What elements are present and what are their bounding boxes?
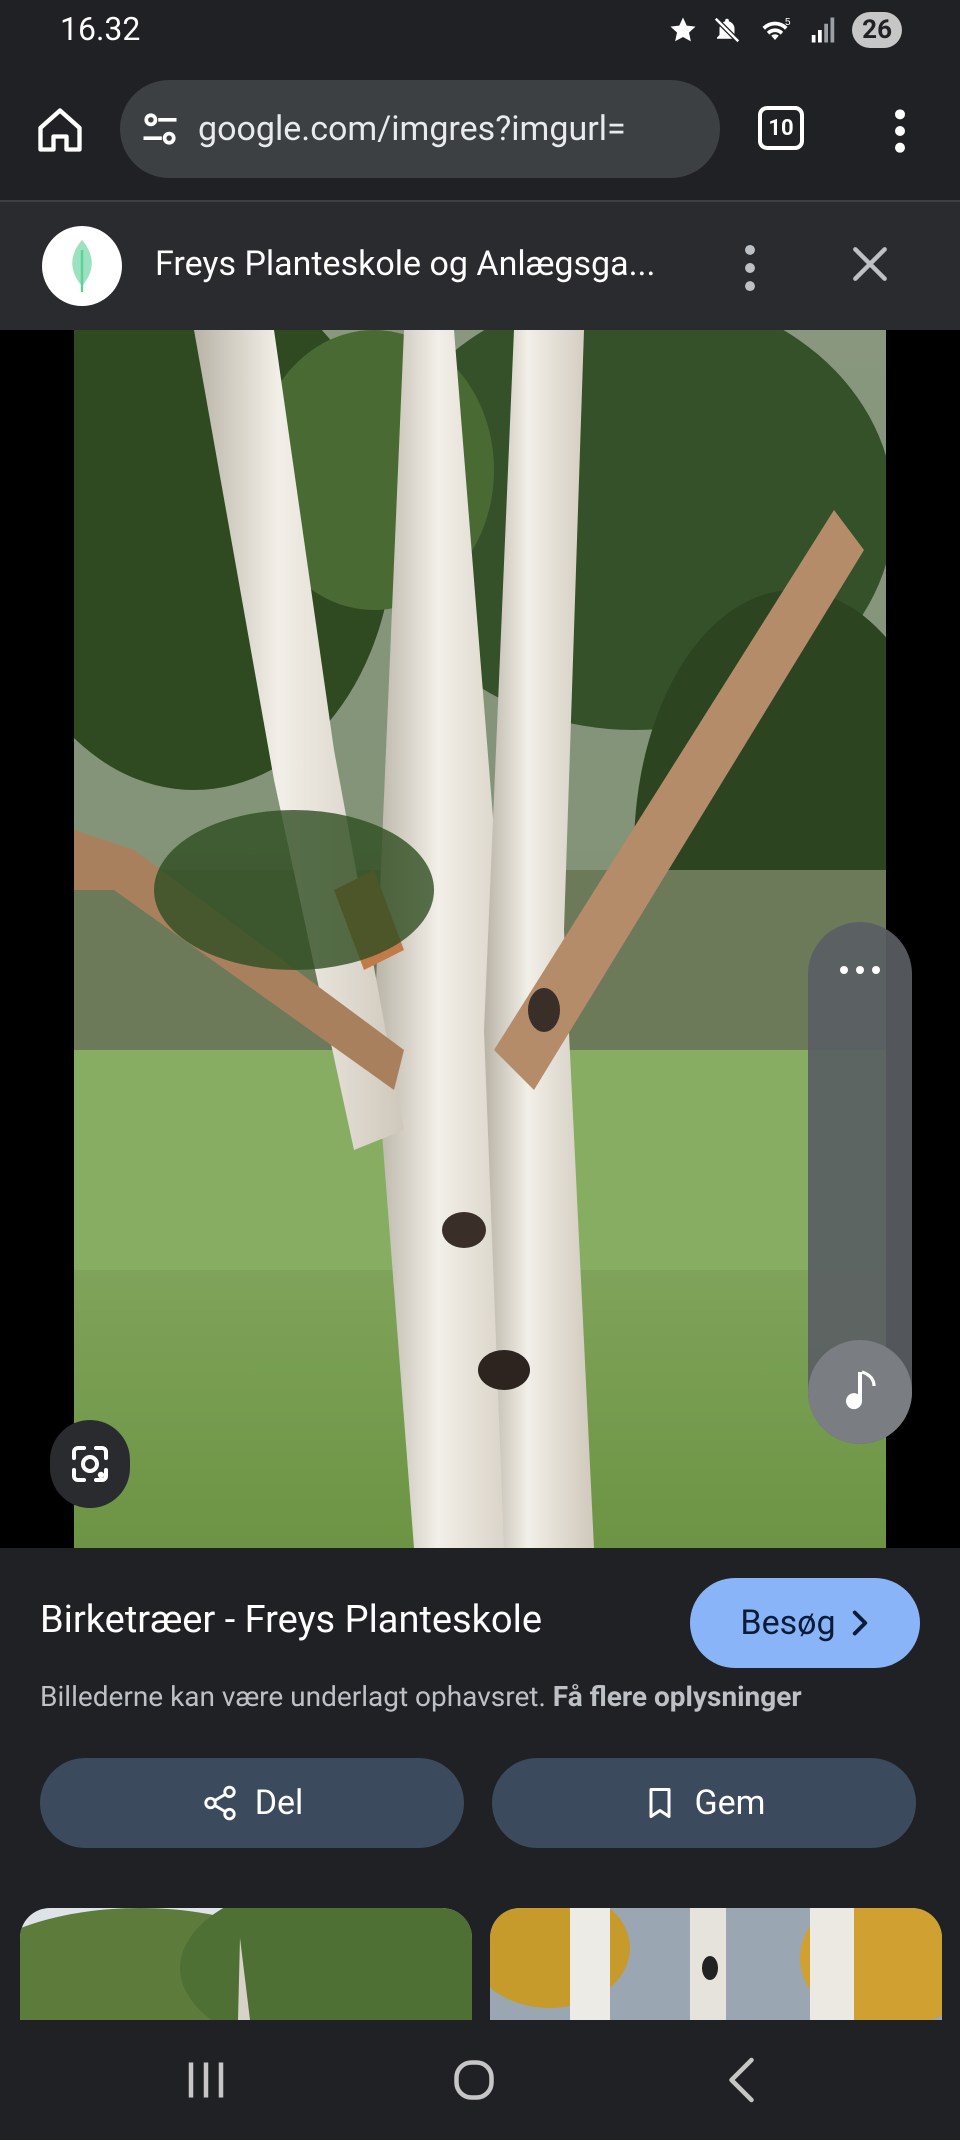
svg-text:5: 5 xyxy=(785,17,791,28)
save-label: Gem xyxy=(694,1783,766,1823)
battery-indicator: 26 xyxy=(852,12,902,48)
mute-icon xyxy=(714,16,741,44)
home-circle-icon[interactable] xyxy=(444,2050,504,2110)
result-title: Birketræer - Freys Planteskole xyxy=(40,1598,542,1642)
more-info-link[interactable]: Få flere oplysninger xyxy=(553,1680,802,1713)
status-bar: 16.32 5 26 xyxy=(0,0,960,58)
birch-tree-photo[interactable] xyxy=(74,330,886,1548)
url-bar[interactable]: google.com/imgres?imgurl= xyxy=(120,80,720,178)
copyright-notice: Billederne kan være underlagt ophavsret.… xyxy=(40,1680,802,1713)
wifi-icon: 5 xyxy=(762,17,791,40)
recents-icon[interactable] xyxy=(176,2050,236,2110)
visit-button[interactable]: Besøg xyxy=(690,1578,920,1668)
site-title[interactable]: Freys Planteskole og Anlægsga... xyxy=(155,244,675,284)
star-icon xyxy=(670,17,696,42)
signal-icon xyxy=(811,17,835,43)
share-button[interactable]: Del xyxy=(40,1758,464,1848)
back-icon[interactable] xyxy=(714,2050,774,2110)
home-icon[interactable] xyxy=(34,104,86,156)
more-horiz-icon[interactable] xyxy=(836,960,884,980)
share-icon xyxy=(204,1785,236,1821)
chevron-right-icon xyxy=(852,1610,867,1636)
tune-icon[interactable] xyxy=(138,107,182,151)
site-logo-icon[interactable] xyxy=(42,226,122,306)
tab-switcher-button[interactable]: 10 xyxy=(758,106,804,150)
related-image-thumbnail[interactable] xyxy=(490,1908,942,2020)
browser-toolbar: google.com/imgres?imgurl= 10 xyxy=(0,58,960,200)
bookmark-icon xyxy=(649,1788,671,1818)
result-info-panel: Birketræer - Freys Planteskole Besøg Bil… xyxy=(0,1548,960,2020)
more-vert-icon[interactable] xyxy=(880,106,920,156)
status-time: 16.32 xyxy=(60,10,141,48)
save-button[interactable]: Gem xyxy=(492,1758,916,1848)
image-viewer xyxy=(0,330,960,1548)
system-nav-bar xyxy=(0,2020,960,2140)
share-label: Del xyxy=(254,1783,304,1823)
more-vert-icon[interactable] xyxy=(730,240,770,296)
music-note-icon[interactable] xyxy=(808,1340,912,1444)
lens-icon[interactable] xyxy=(50,1420,130,1508)
url-text[interactable]: google.com/imgres?imgurl= xyxy=(198,109,718,149)
visit-label: Besøg xyxy=(740,1603,836,1643)
copyright-text: Billederne kan være underlagt ophavsret. xyxy=(40,1680,546,1713)
status-icons: 5 26 xyxy=(668,10,902,50)
close-icon[interactable] xyxy=(848,242,892,286)
related-image-thumbnail[interactable] xyxy=(20,1908,472,2020)
site-header: Freys Planteskole og Anlægsga... xyxy=(0,200,960,330)
